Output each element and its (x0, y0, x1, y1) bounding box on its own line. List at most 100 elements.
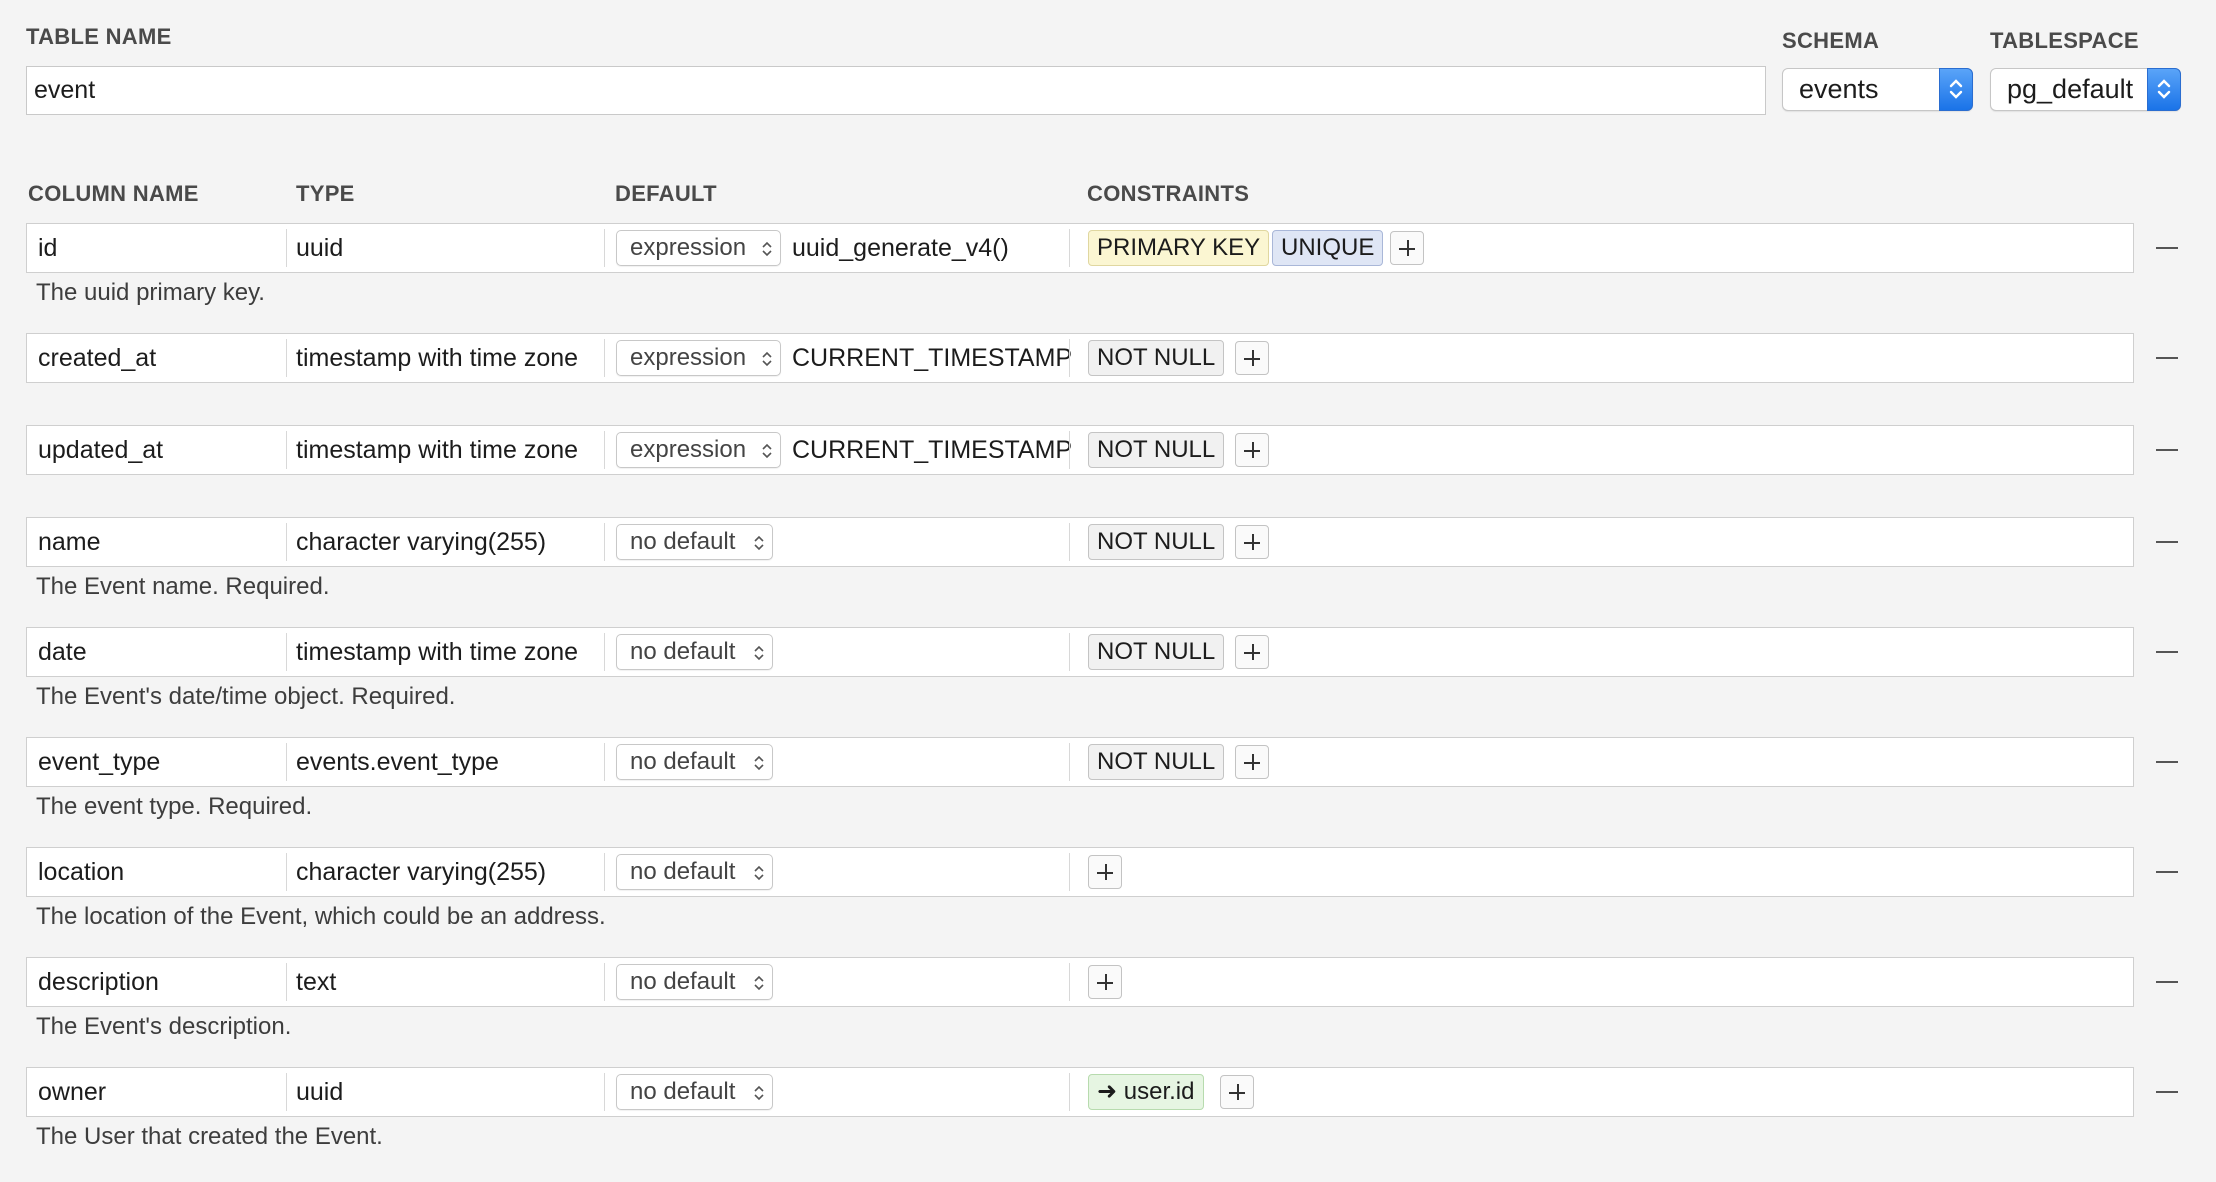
up-down-chevron-icon (754, 535, 764, 551)
up-down-chevron-icon (762, 241, 772, 257)
cell-divider (1069, 1073, 1070, 1111)
cell-divider (1069, 431, 1070, 469)
constraint-badge-pk[interactable]: PRIMARY KEY (1088, 230, 1270, 266)
column-name-field[interactable]: date (38, 628, 87, 676)
default-mode-select[interactable]: no default (616, 854, 773, 890)
default-mode-select[interactable]: expression (616, 340, 781, 376)
column-type-field[interactable]: character varying(255) (296, 848, 546, 896)
remove-column-minus-icon[interactable] (2156, 761, 2178, 763)
tablespace-value: pg_default (2007, 74, 2134, 104)
column-name-field[interactable]: name (38, 518, 101, 566)
add-constraint-plus-icon[interactable] (1235, 341, 1269, 375)
column-description[interactable]: The uuid primary key. (36, 279, 265, 307)
default-value-field[interactable]: CURRENT_TIMESTAMP (792, 334, 1072, 382)
default-header: DEFAULT (615, 181, 717, 206)
cell-divider (604, 633, 605, 671)
column-description[interactable]: The User that created the Event. (36, 1123, 383, 1151)
column-type-field[interactable]: timestamp with time zone (296, 628, 578, 676)
cell-divider (604, 339, 605, 377)
default-value-field[interactable]: CURRENT_TIMESTAMP (792, 426, 1072, 474)
table-name-input[interactable]: event (26, 66, 1766, 115)
default-mode-select[interactable]: no default (616, 634, 773, 670)
constraint-badge-fk[interactable]: ➜ user.id (1088, 1074, 1204, 1110)
column-name-field[interactable]: updated_at (38, 426, 163, 474)
add-constraint-plus-icon[interactable] (1235, 433, 1269, 467)
column-description[interactable]: The Event's description. (36, 1013, 291, 1041)
add-constraint-plus-icon[interactable] (1220, 1075, 1254, 1109)
add-constraint-plus-icon[interactable] (1235, 745, 1269, 779)
column-description[interactable]: The Event's date/time object. Required. (36, 683, 455, 711)
remove-column-minus-icon[interactable] (2156, 541, 2178, 543)
remove-column-minus-icon[interactable] (2156, 247, 2178, 249)
remove-column-minus-icon[interactable] (2156, 357, 2178, 359)
cell-divider (286, 229, 287, 267)
cell-divider (604, 523, 605, 561)
column-type-field[interactable]: uuid (296, 224, 343, 272)
add-constraint-plus-icon[interactable] (1235, 635, 1269, 669)
default-mode-label: no default (630, 638, 736, 665)
table-row: name character varying(255) no default N… (26, 517, 2134, 567)
cell-divider (604, 963, 605, 1001)
constraint-badge-notnull[interactable]: NOT NULL (1088, 634, 1225, 670)
add-constraint-plus-icon[interactable] (1088, 965, 1122, 999)
cell-divider (1069, 339, 1070, 377)
constraints-header: CONSTRAINTS (1087, 181, 1250, 206)
up-down-chevron-icon (754, 645, 764, 661)
table-row: event_type events.event_type no default … (26, 737, 2134, 787)
cell-divider (286, 1073, 287, 1111)
column-type-field[interactable]: events.event_type (296, 738, 499, 786)
schema-select[interactable]: events (1782, 68, 1973, 111)
column-name-field[interactable]: event_type (38, 738, 160, 786)
column-name-field[interactable]: created_at (38, 334, 156, 382)
stepper-icon (1939, 68, 1973, 111)
column-type-field[interactable]: timestamp with time zone (296, 334, 578, 382)
table-name-label: TABLE NAME (26, 24, 172, 49)
column-type-field[interactable]: character varying(255) (296, 518, 546, 566)
remove-column-minus-icon[interactable] (2156, 1091, 2178, 1093)
remove-column-minus-icon[interactable] (2156, 449, 2178, 451)
default-mode-select[interactable]: no default (616, 744, 773, 780)
cell-divider (1069, 633, 1070, 671)
default-mode-select[interactable]: expression (616, 432, 781, 468)
remove-column-minus-icon[interactable] (2156, 651, 2178, 653)
constraint-badge-notnull[interactable]: NOT NULL (1088, 744, 1225, 780)
column-name-field[interactable]: owner (38, 1068, 106, 1116)
default-value-field[interactable]: uuid_generate_v4() (792, 224, 1009, 272)
column-type-field[interactable]: timestamp with time zone (296, 426, 578, 474)
remove-column-minus-icon[interactable] (2156, 871, 2178, 873)
table-row: id uuid expression uuid_generate_v4() PR… (26, 223, 2134, 273)
remove-column-minus-icon[interactable] (2156, 981, 2178, 983)
column-type-field[interactable]: text (296, 958, 336, 1006)
add-constraint-plus-icon[interactable] (1088, 855, 1122, 889)
column-description[interactable]: The Event name. Required. (36, 573, 330, 601)
cell-divider (286, 853, 287, 891)
default-mode-label: no default (630, 528, 736, 555)
default-mode-select[interactable]: expression (616, 230, 781, 266)
column-name-field[interactable]: description (38, 958, 159, 1006)
table-row: updated_at timestamp with time zone expr… (26, 425, 2134, 475)
column-name-field[interactable]: location (38, 848, 124, 896)
add-constraint-plus-icon[interactable] (1390, 231, 1424, 265)
cell-divider (286, 963, 287, 1001)
cell-divider (286, 339, 287, 377)
column-description[interactable]: The location of the Event, which could b… (36, 903, 606, 931)
constraint-badge-unique[interactable]: UNIQUE (1272, 230, 1384, 266)
column-description[interactable]: The event type. Required. (36, 793, 312, 821)
default-mode-select[interactable]: no default (616, 524, 773, 560)
add-constraint-plus-icon[interactable] (1235, 525, 1269, 559)
up-down-chevron-icon (762, 351, 772, 367)
cell-divider (1069, 523, 1070, 561)
default-mode-select[interactable]: no default (616, 1074, 773, 1110)
constraint-badge-notnull[interactable]: NOT NULL (1088, 524, 1225, 560)
column-name-field[interactable]: id (38, 224, 57, 272)
table-row: date timestamp with time zone no default… (26, 627, 2134, 677)
cell-divider (286, 431, 287, 469)
constraint-badge-notnull[interactable]: NOT NULL (1088, 432, 1225, 468)
cell-divider (1069, 963, 1070, 1001)
tablespace-select[interactable]: pg_default (1990, 68, 2181, 111)
constraint-badge-notnull[interactable]: NOT NULL (1088, 340, 1225, 376)
column-type-field[interactable]: uuid (296, 1068, 343, 1116)
stepper-icon (2147, 68, 2181, 111)
cell-divider (1069, 743, 1070, 781)
default-mode-select[interactable]: no default (616, 964, 773, 1000)
